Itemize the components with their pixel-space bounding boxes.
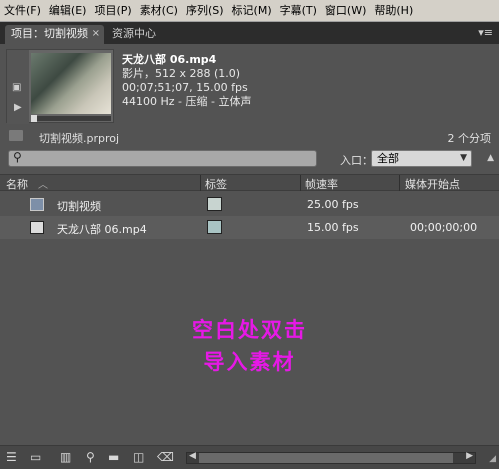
import-hint-line2: 导入素材	[203, 349, 296, 374]
in-filter-value: 全部	[377, 152, 399, 165]
menu-title[interactable]: 字幕(T)	[276, 0, 321, 22]
item-frame-rate: 25.00 fps	[307, 198, 359, 211]
close-icon[interactable]: ×	[92, 25, 100, 43]
horizontal-scrollbar[interactable]: ◀ ▶	[186, 451, 476, 464]
find-icon[interactable]: ⚲	[86, 450, 95, 464]
project-panel: ▣ ▶ 天龙八部 06.mp4 影片，512 x 288 (1.0) 00;07…	[0, 44, 499, 469]
poster-frame-icon[interactable]: ▣	[12, 82, 21, 93]
menu-bar: 文件(F) 编辑(E) 项目(P) 素材(C) 序列(S) 标记(M) 字幕(T…	[0, 0, 499, 22]
item-name: 天龙八部 06.mp4	[57, 223, 147, 236]
preview-controls: ▣ ▶	[7, 50, 29, 124]
column-header: 名称 ︿ 标签 帧速率 媒体开始点	[0, 174, 499, 191]
menu-window[interactable]: 窗口(W)	[321, 0, 370, 22]
item-frame-rate: 15.00 fps	[307, 221, 359, 234]
preview-scrubber[interactable]	[31, 115, 111, 122]
tab-project[interactable]: 项目：切割视频 ×	[5, 25, 104, 44]
clear-icon[interactable]: ⌫	[157, 450, 174, 464]
search-input[interactable]: ⚲	[8, 150, 317, 167]
scroll-up-icon[interactable]: ▲	[487, 153, 494, 163]
column-divider[interactable]	[300, 175, 301, 191]
search-row: ⚲ 入口： 全部 ▼ ▲	[0, 149, 499, 169]
scroll-left-icon[interactable]: ◀	[189, 451, 196, 461]
column-media-start[interactable]: 媒体开始点	[405, 176, 460, 192]
column-name[interactable]: 名称	[6, 176, 28, 192]
clip-type-size: 影片，512 x 288 (1.0)	[122, 67, 241, 80]
tab-resource-center[interactable]: 资源中心	[106, 25, 178, 44]
project-filename: 切割视频.prproj	[39, 132, 120, 145]
column-divider[interactable]	[200, 175, 201, 191]
automate-to-sequence-icon[interactable]: ▥	[60, 450, 71, 464]
folder-icon	[9, 130, 23, 141]
icon-view-icon[interactable]: ▭	[30, 450, 41, 464]
column-label[interactable]: 标签	[205, 176, 227, 192]
sequence-icon	[30, 198, 44, 211]
scrollbar-thumb[interactable]	[199, 453, 453, 463]
menu-sequence[interactable]: 序列(S)	[182, 0, 228, 22]
menu-help[interactable]: 帮助(H)	[370, 0, 417, 22]
in-filter-select[interactable]: 全部 ▼	[371, 150, 472, 167]
list-view-icon[interactable]: ☰	[6, 450, 17, 464]
scrubber-handle[interactable]	[31, 115, 37, 122]
preview-area: ▣ ▶	[6, 49, 114, 124]
clip-audio-info: 44100 Hz - 压缩 - 立体声	[122, 95, 252, 108]
new-bin-icon[interactable]: ▬	[108, 450, 119, 464]
menu-marker[interactable]: 标记(M)	[228, 0, 276, 22]
clip-info: 天龙八部 06.mp4 影片，512 x 288 (1.0) 00;07;51;…	[122, 53, 251, 109]
label-color-swatch[interactable]	[207, 220, 222, 234]
clip-duration-fps: 00;07;51;07, 15.00 fps	[122, 81, 248, 94]
import-hint-line1: 空白处双击	[192, 317, 307, 342]
label-color-swatch[interactable]	[207, 197, 222, 211]
menu-edit[interactable]: 编辑(E)	[45, 0, 91, 22]
preview-thumbnail	[31, 53, 111, 114]
table-row[interactable]: 切割视频 25.00 fps	[0, 193, 499, 216]
play-icon[interactable]: ▶	[14, 102, 22, 113]
menu-file[interactable]: 文件(F)	[0, 0, 45, 22]
menu-clip[interactable]: 素材(C)	[136, 0, 182, 22]
new-item-icon[interactable]: ◫	[133, 450, 144, 464]
panel-menu-icon[interactable]: ▾≡	[478, 26, 493, 39]
sort-ascending-icon[interactable]: ︿	[38, 176, 48, 191]
menu-project[interactable]: 项目(P)	[90, 0, 135, 22]
in-label: 入口：	[340, 154, 373, 167]
chevron-down-icon: ▼	[460, 153, 467, 163]
project-file-row: 切割视频.prproj 2 个分项	[0, 128, 499, 146]
bottom-toolbar: ☰ ▭ ▥ ⚲ ▬ ◫ ⌫ ◀ ▶ ◢	[0, 445, 499, 469]
tab-project-label: 项目：切割视频	[11, 27, 88, 40]
scroll-right-icon[interactable]: ▶	[466, 451, 473, 461]
item-count: 2 个分项	[447, 132, 492, 145]
panel-tab-row: 项目：切割视频 × 资源中心 ▾≡	[0, 22, 499, 44]
resize-grip-icon[interactable]: ◢	[489, 454, 496, 464]
search-icon: ⚲	[13, 150, 22, 164]
clip-filename: 天龙八部 06.mp4	[122, 53, 217, 66]
item-media-start: 00;00;00;00	[410, 221, 478, 234]
table-row[interactable]: 天龙八部 06.mp4 15.00 fps 00;00;00;00	[0, 216, 499, 239]
column-divider[interactable]	[399, 175, 400, 191]
column-frame-rate[interactable]: 帧速率	[305, 176, 338, 192]
film-clip-icon	[30, 221, 44, 234]
item-name: 切割视频	[57, 200, 101, 213]
